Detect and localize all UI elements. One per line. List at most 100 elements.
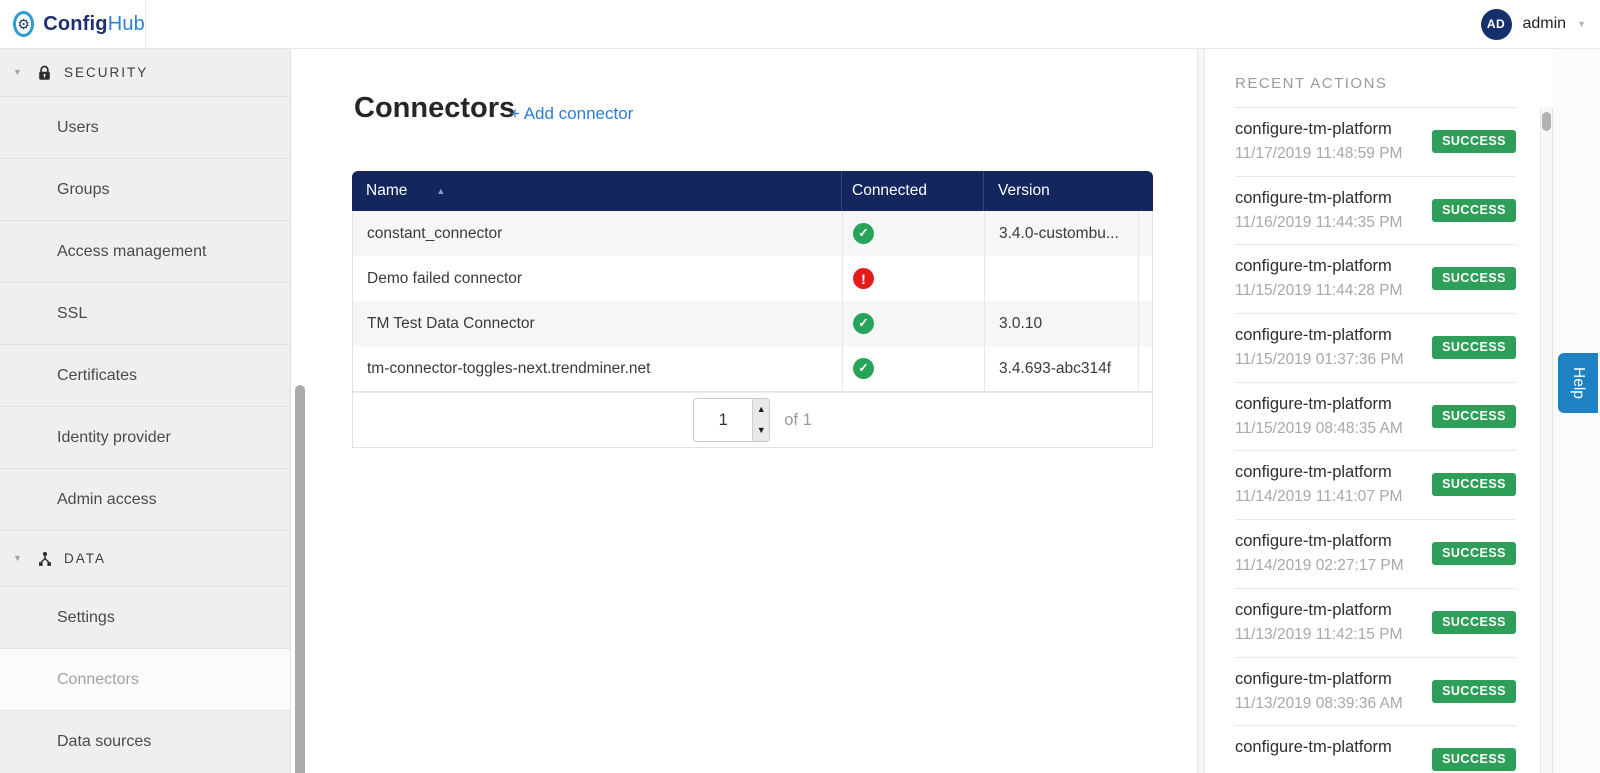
recent-action-item: configure-tm-platform SUCCESS [1235,726,1516,773]
recent-action-item: configure-tm-platform 11/14/2019 02:27:1… [1235,520,1516,589]
connector-name-cell: tm-connector-toggles-next.trendminer.net [353,346,842,391]
status-badge: SUCCESS [1432,542,1516,565]
status-badge: SUCCESS [1432,748,1516,771]
sidebar-item[interactable]: Connectors [0,648,290,710]
sidebar-item[interactable]: Settings [0,586,290,648]
confighub-app: ⚙ ConfigHub AD admin ▼ ▼ SECURITY Users [0,0,1600,773]
sidebar-security-items: Users Groups Access management SSL Certi… [0,96,290,530]
table-body: constant_connector 3.4.0-custombu... Dem… [352,211,1153,392]
network-icon [36,551,53,567]
page-number-input[interactable] [694,399,752,441]
brand-text: ConfigHub [43,13,145,36]
sidebar-item-label: Certificates [57,367,137,384]
sidebar-item[interactable]: Data sources [0,710,290,772]
connected-cell [842,346,984,391]
recent-action-item: configure-tm-platform 11/16/2019 11:44:3… [1235,177,1516,246]
user-menu[interactable]: AD admin ▼ [1481,0,1587,48]
sidebar-item-label: Settings [57,609,115,626]
spare-cell [1138,256,1152,301]
panel-scrollbar[interactable] [1540,107,1553,773]
table-row[interactable]: Demo failed connector [353,256,1152,301]
recent-action-item: configure-tm-platform 11/14/2019 11:41:0… [1235,451,1516,520]
status-badge: SUCCESS [1432,199,1516,222]
sidebar-item[interactable]: SSL [0,282,290,344]
sidebar-item-label: Data sources [57,733,151,750]
status-badge: SUCCESS [1432,611,1516,634]
status-badge: SUCCESS [1432,336,1516,359]
sidebar-item-label: Admin access [57,491,157,508]
page-count-label: of 1 [784,411,812,430]
gear-icon: ⚙ [13,11,34,37]
version-cell [984,256,1138,301]
recent-action-item: configure-tm-platform 11/15/2019 11:44:2… [1235,245,1516,314]
page-down-button[interactable]: ▼ [753,420,769,441]
column-header-version[interactable]: Version [983,171,1137,211]
sidebar-item-label: Users [57,119,99,136]
recent-action-item: configure-tm-platform 11/13/2019 08:39:3… [1235,658,1516,727]
connection-status-icon [853,268,874,289]
sidebar-item-label: Access management [57,243,206,260]
recent-actions-title: RECENT ACTIONS [1235,49,1516,108]
table-header-row: Name ▲ Connected Version [352,171,1153,211]
page-up-button[interactable]: ▲ [753,399,769,420]
help-tab[interactable]: Help [1558,353,1598,413]
status-badge: SUCCESS [1432,473,1516,496]
main-scrollbar-thumb[interactable] [295,385,305,773]
sidebar-item[interactable]: Users [0,96,290,158]
sidebar-item[interactable]: Groups [0,158,290,220]
version-cell: 3.4.0-custombu... [984,211,1138,256]
chevron-down-icon: ▼ [13,554,26,563]
sidebar-data-items: Settings Connectors Data sources [0,586,290,772]
main-scrollbar[interactable] [295,49,306,773]
top-bar: ⚙ ConfigHub AD admin ▼ [0,0,1600,49]
recent-action-item: configure-tm-platform 11/17/2019 11:48:5… [1235,108,1516,177]
sort-asc-icon: ▲ [436,187,445,196]
sidebar-item-label: SSL [57,305,87,322]
table-row[interactable]: tm-connector-toggles-next.trendminer.net… [353,346,1152,391]
version-cell: 3.0.10 [984,301,1138,346]
connector-name-cell: TM Test Data Connector [353,301,842,346]
sidebar-item-label: Groups [57,181,109,198]
sidebar-item-label: Identity provider [57,429,171,446]
panel-scrollbar-thumb[interactable] [1542,112,1551,131]
panel-divider [1197,49,1205,773]
status-badge: SUCCESS [1432,680,1516,703]
status-badge: SUCCESS [1432,405,1516,428]
spare-cell [1138,346,1152,391]
connected-cell [842,301,984,346]
column-header-connected[interactable]: Connected [841,171,983,211]
version-cell: 3.4.693-abc314f [984,346,1138,391]
sidebar-section-data[interactable]: ▼ DATA [0,530,290,586]
table-row[interactable]: constant_connector 3.4.0-custombu... [353,211,1152,256]
user-name: admin [1523,15,1567,33]
connection-status-icon [853,223,874,244]
connector-name-cell: Demo failed connector [353,256,842,301]
recent-action-item: configure-tm-platform 11/15/2019 08:48:3… [1235,383,1516,452]
page-title: Connectors [354,92,515,125]
connection-status-icon [853,313,874,334]
sidebar-item-label: Connectors [57,671,139,688]
avatar: AD [1481,9,1512,40]
status-badge: SUCCESS [1432,267,1516,290]
connection-status-icon [853,358,874,379]
column-header-spare [1137,171,1153,211]
sidebar-item[interactable]: Admin access [0,468,290,530]
sidebar-item[interactable]: Certificates [0,344,290,406]
table-row[interactable]: TM Test Data Connector 3.0.10 [353,301,1152,346]
column-header-name[interactable]: Name ▲ [352,171,841,211]
status-badge: SUCCESS [1432,130,1516,153]
recent-action-item: configure-tm-platform 11/15/2019 01:37:3… [1235,314,1516,383]
spare-cell [1138,211,1152,256]
app-logo[interactable]: ⚙ ConfigHub [0,0,146,48]
sidebar-section-security[interactable]: ▼ SECURITY [0,49,290,96]
connector-name-cell: constant_connector [353,211,842,256]
sidebar-section-label: DATA [64,551,106,566]
connected-cell [842,256,984,301]
add-connector-button[interactable]: + Add connector [510,104,633,124]
recent-actions-list: configure-tm-platform 11/17/2019 11:48:5… [1235,108,1516,773]
sidebar-item[interactable]: Identity provider [0,406,290,468]
table-footer: ▲ ▼ of 1 [352,392,1153,448]
connectors-table: Name ▲ Connected Version constant_connec… [352,171,1153,448]
sidebar-item[interactable]: Access management [0,220,290,282]
sidebar-section-label: SECURITY [64,65,148,80]
